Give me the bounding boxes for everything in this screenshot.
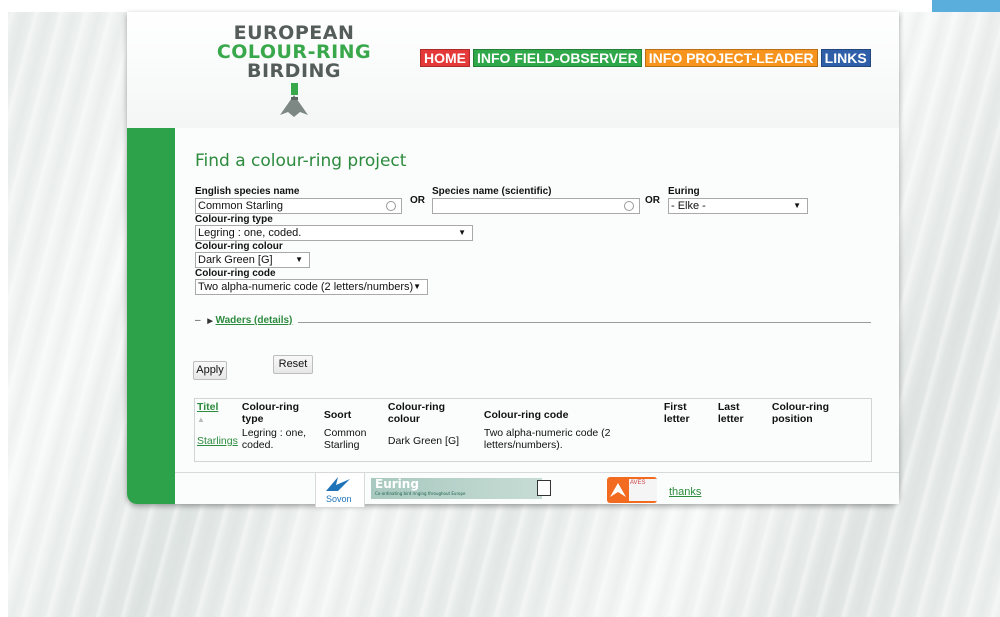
header-titel: Titel ▲ xyxy=(195,399,240,425)
header-ring-type: Colour-ring type xyxy=(241,401,300,425)
sovon-label: Sovon xyxy=(326,494,352,504)
ring-colour-select[interactable]: Dark Green [G] ▼ xyxy=(195,252,310,268)
chevron-down-icon: ▼ xyxy=(458,228,466,237)
euring-selected: - Elke - xyxy=(671,200,706,212)
ring-type-select[interactable]: Legring : one, coded. ▼ xyxy=(195,225,473,241)
thanks-link[interactable]: thanks xyxy=(669,486,701,498)
header-first-letter: First letter xyxy=(663,401,690,425)
scientific-species-input[interactable] xyxy=(432,198,640,214)
nav-home[interactable]: HOME xyxy=(420,49,470,67)
header-last-letter: Last letter xyxy=(717,401,744,425)
sort-titel-link[interactable]: Titel xyxy=(197,401,218,413)
main-card: EUROPEAN COLOUR-RING BIRDING HOME INFO F… xyxy=(127,12,899,508)
site-logo[interactable]: EUROPEAN COLOUR-RING BIRDING xyxy=(199,24,389,121)
cell-last-letter xyxy=(716,425,770,453)
cell-soort: Common Starling xyxy=(323,427,367,451)
ring-colour-selected: Dark Green [G] xyxy=(198,254,273,266)
sort-up-icon[interactable]: ▲ xyxy=(197,415,205,424)
reset-button[interactable]: Reset xyxy=(273,355,313,374)
logo-line-birding: BIRDING xyxy=(246,60,342,82)
starlings-link[interactable]: Starlings xyxy=(197,435,238,447)
sovon-logo[interactable]: Sovon xyxy=(315,472,365,508)
header-soort: Soort xyxy=(323,409,352,421)
euring-label: Euring xyxy=(668,186,700,197)
bird-ring-logo-icon xyxy=(280,83,308,117)
euring-title: Euring xyxy=(375,477,419,491)
cell-ring-code: Two alpha-numeric code (2 letters/number… xyxy=(483,427,611,451)
header: EUROPEAN COLOUR-RING BIRDING HOME INFO F… xyxy=(127,12,899,129)
sovon-bird-icon xyxy=(326,477,350,491)
scientific-species-label: Species name (scientific) xyxy=(432,186,552,197)
english-species-label: English species name xyxy=(195,186,300,197)
english-species-value: Common Starling xyxy=(198,200,283,212)
ring-type-label: Colour-ring type xyxy=(195,214,273,225)
cell-ring-position xyxy=(770,425,864,453)
results-table: Titel ▲ Colour-ring type Soort Colour-ri… xyxy=(194,398,872,462)
nav-links[interactable]: LINKS xyxy=(820,49,871,67)
waders-details-link[interactable]: Waders (details) xyxy=(216,315,293,326)
chevron-down-icon: ▼ xyxy=(793,201,801,210)
ring-code-selected: Two alpha-numeric code (2 letters/number… xyxy=(198,281,414,293)
table-row: Starlings Legring : one, coded. Common S… xyxy=(195,425,864,453)
chevron-down-icon: ▼ xyxy=(413,282,421,291)
corner-tab[interactable] xyxy=(932,0,1000,12)
ring-type-selected: Legring : one, coded. xyxy=(198,227,302,239)
main-nav: HOME INFO FIELD-OBSERVER INFO PROJECT-LE… xyxy=(420,49,871,67)
euring-subtitle: Co-ordinating bird ringing throughout Eu… xyxy=(375,491,466,496)
or-label-2: OR xyxy=(645,195,660,206)
page-title: Find a colour-ring project xyxy=(195,151,407,171)
content-area: Find a colour-ring project English speci… xyxy=(175,128,899,508)
nav-info-project-leader[interactable]: INFO PROJECT-LEADER xyxy=(644,49,818,67)
header-ring-colour: Colour-ring colour xyxy=(387,401,446,425)
clear-icon[interactable] xyxy=(624,201,634,211)
or-label-1: OR xyxy=(410,195,425,206)
cell-first-letter xyxy=(662,425,716,453)
ring-colour-label: Colour-ring colour xyxy=(195,241,283,252)
euring-ring-icon xyxy=(537,480,551,496)
cell-ring-colour: Dark Green [G] xyxy=(387,435,460,447)
english-species-input[interactable]: Common Starling xyxy=(195,198,402,214)
aves-bird-icon xyxy=(610,483,626,497)
header-ring-position: Colour-ring position xyxy=(771,401,830,425)
waders-legend: – ▶ Waders (details) xyxy=(195,315,299,326)
chevron-down-icon: ▼ xyxy=(295,255,303,264)
euring-select[interactable]: - Elke - ▼ xyxy=(668,198,808,214)
aves-logo[interactable]: AVES xyxy=(607,477,657,503)
results-header-row: Titel ▲ Colour-ring type Soort Colour-ri… xyxy=(195,399,864,425)
nav-info-field-observer[interactable]: INFO FIELD-OBSERVER xyxy=(473,49,642,67)
footer-divider xyxy=(175,472,899,473)
dash: – xyxy=(195,315,201,326)
apply-button[interactable]: Apply xyxy=(193,361,227,380)
triangle-right-icon: ▶ xyxy=(207,318,213,325)
cell-ring-type: Legring : one, coded. xyxy=(241,427,307,451)
ring-code-label: Colour-ring code xyxy=(195,268,276,279)
aves-label: AVES xyxy=(629,479,657,501)
header-ring-code: Colour-ring code xyxy=(483,409,569,421)
green-sidebar xyxy=(127,128,175,504)
ring-code-select[interactable]: Two alpha-numeric code (2 letters/number… xyxy=(195,279,428,295)
euring-logo[interactable]: Euring Co-ordinating bird ringing throug… xyxy=(371,478,542,499)
clear-icon[interactable] xyxy=(386,201,396,211)
